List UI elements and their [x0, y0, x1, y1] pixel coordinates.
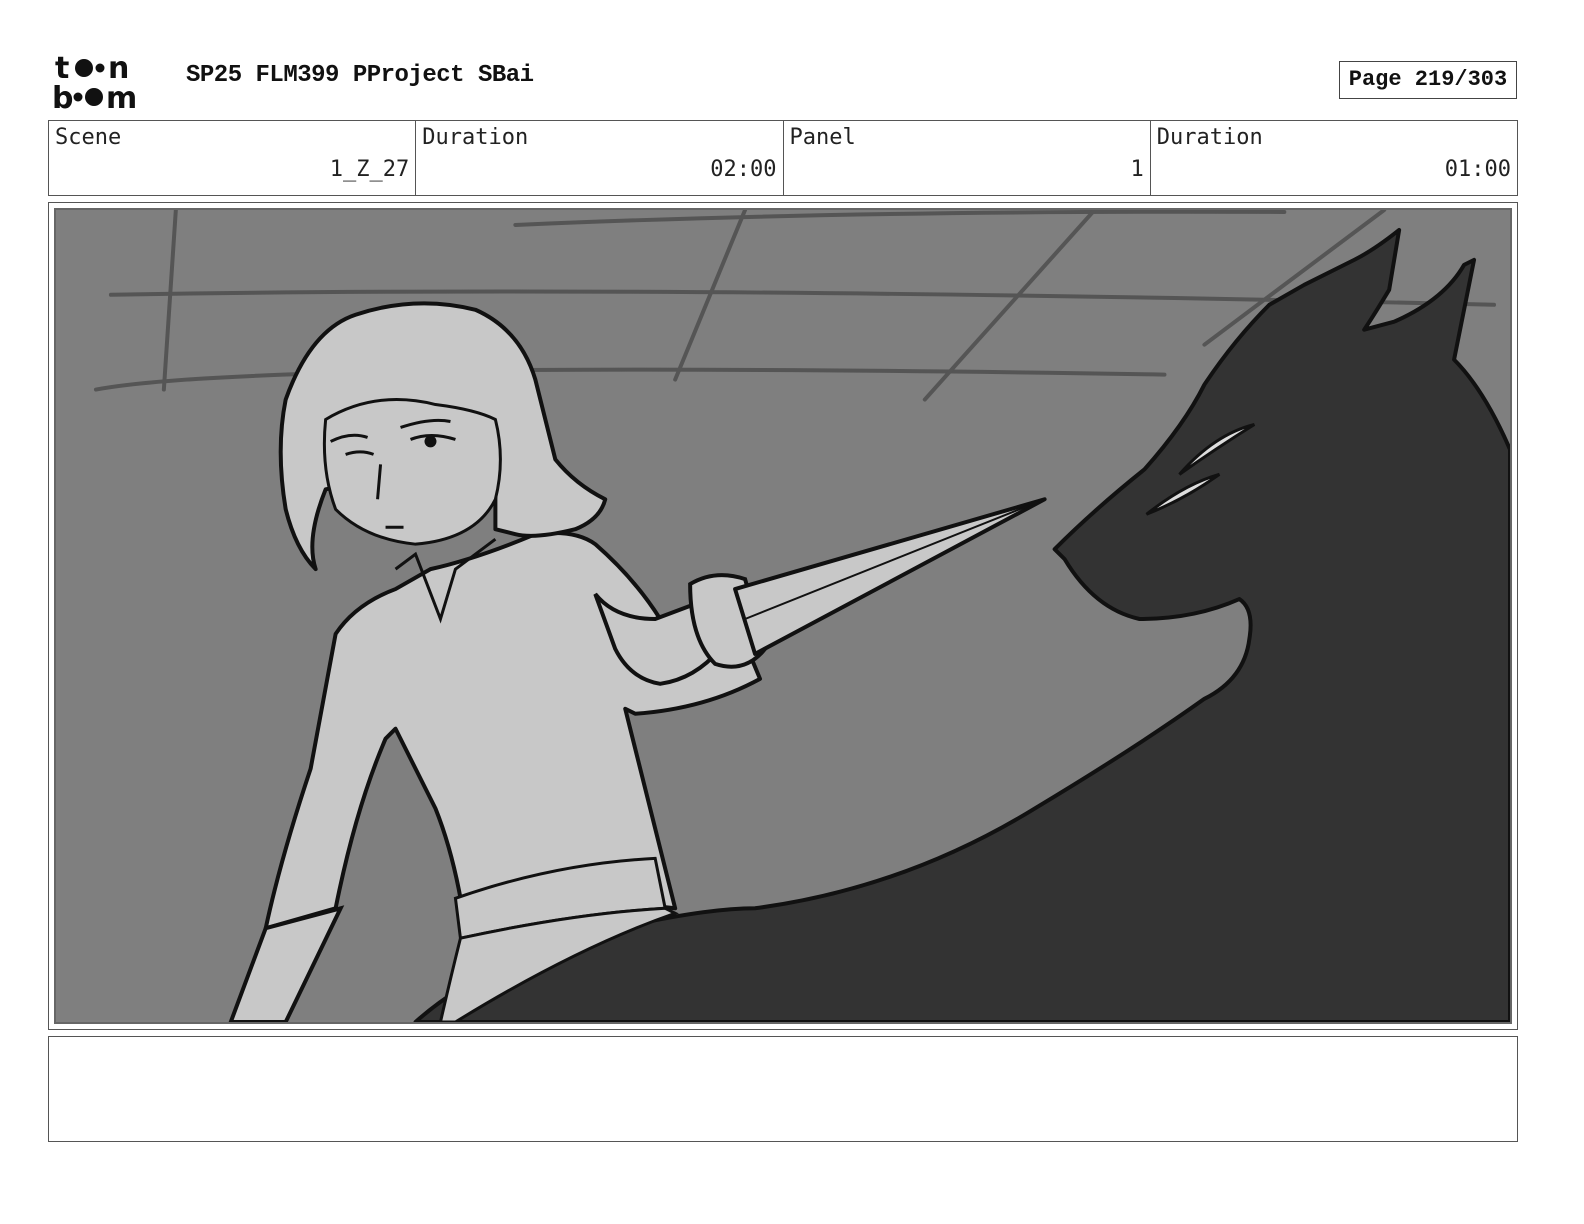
character-shirt [263, 530, 763, 931]
scene-cell: Scene 1_Z_27 [49, 121, 417, 195]
svg-text:b: b [52, 81, 73, 112]
scene-duration-cell: Duration 02:00 [416, 121, 784, 195]
storyboard-panel-image [54, 208, 1512, 1024]
storyboard-panel-frame [48, 202, 1518, 1030]
storyboard-info-row: Scene 1_Z_27 Duration 02:00 Panel 1 Dura… [48, 120, 1518, 196]
svg-text:m: m [106, 81, 137, 112]
panel-duration-label: Duration [1156, 125, 1263, 150]
scene-duration-value: 02:00 [710, 157, 777, 182]
panel-duration-value: 01:00 [1444, 157, 1511, 182]
scene-duration-label: Duration [422, 125, 529, 150]
toon-boom-logo: t n b m [52, 50, 164, 116]
scene-label: Scene [55, 125, 122, 150]
panel-notes-box [48, 1036, 1518, 1142]
panel-cell: Panel 1 [784, 121, 1151, 195]
panel-label: Panel [789, 125, 856, 150]
panel-drawing [93, 210, 1510, 1022]
panel-duration-cell: Duration 01:00 [1151, 121, 1517, 195]
page-number: Page 219/303 [1339, 61, 1517, 99]
project-title: SP25 FLM399 PProject SBai [186, 62, 534, 89]
panel-value: 1 [1130, 157, 1144, 182]
dagger [733, 497, 1047, 656]
scene-value: 1_Z_27 [329, 157, 410, 182]
